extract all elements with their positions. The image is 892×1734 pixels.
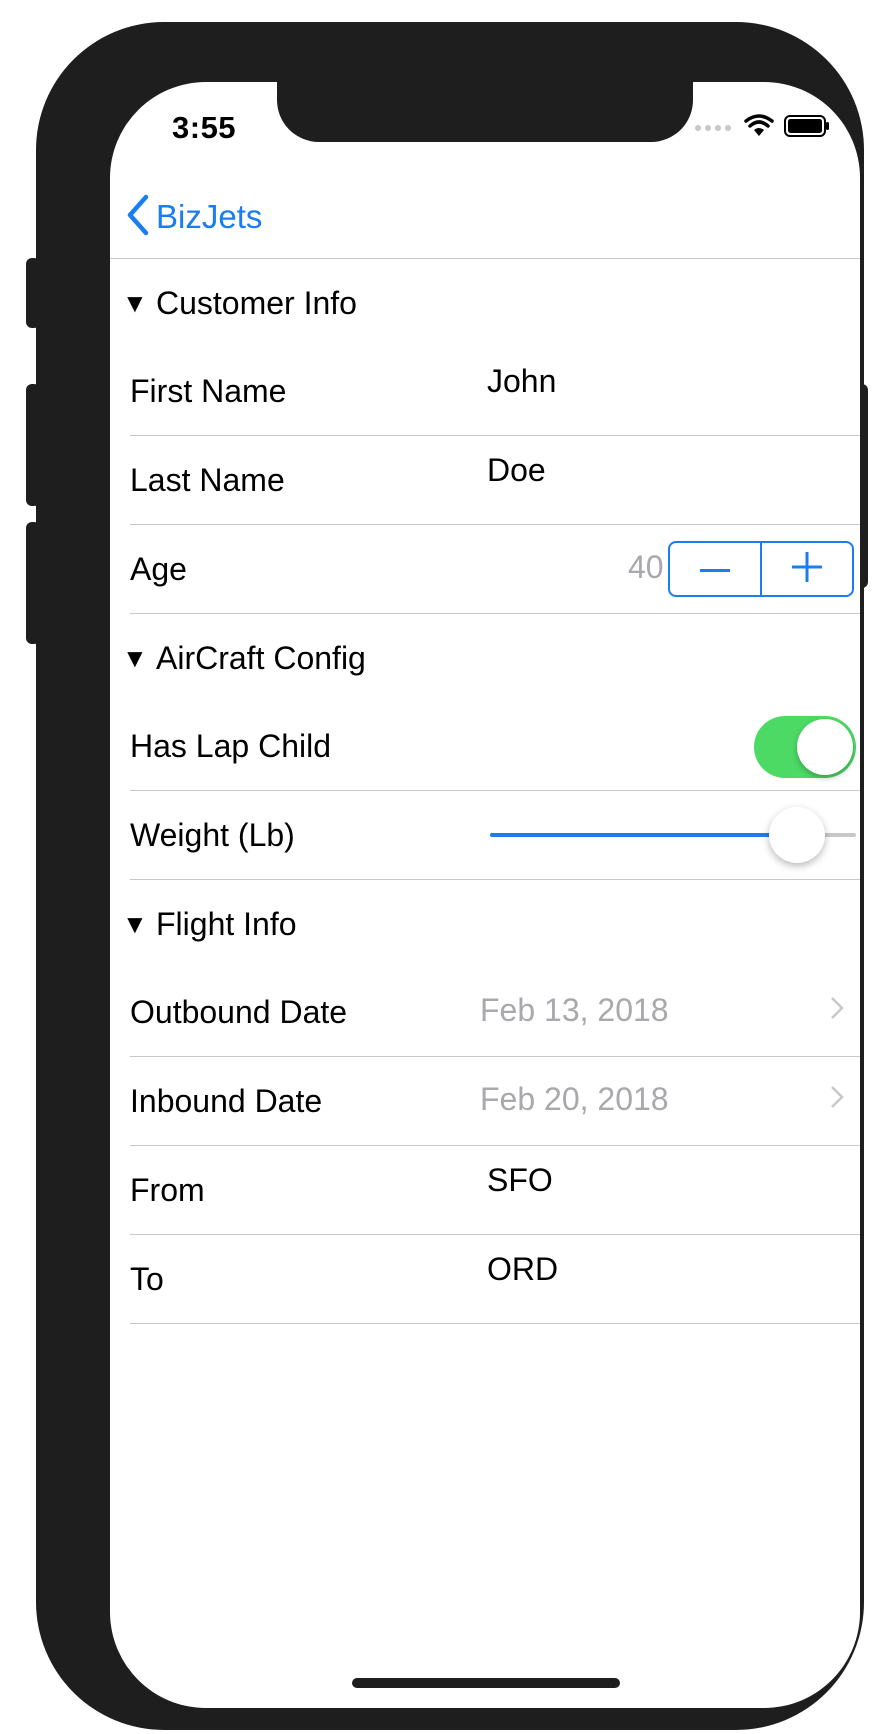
disclosure-triangle-icon: ▼: [122, 908, 148, 939]
section-header-flight[interactable]: ▼ Flight Info: [110, 880, 860, 968]
outbound-date-value: Feb 13, 2018: [480, 992, 669, 1028]
last-name-field[interactable]: Doe: [487, 452, 546, 489]
slider-fill: [490, 833, 797, 837]
screen: 3:55 BizJets ▼ Customer Info First Name …: [110, 82, 860, 1708]
section-header-aircraft[interactable]: ▼ AirCraft Config: [110, 614, 860, 702]
first-name-field[interactable]: John: [487, 363, 556, 400]
increment-button[interactable]: [762, 543, 852, 595]
device-frame: 3:55 BizJets ▼ Customer Info First Name …: [36, 22, 864, 1730]
section-title: Flight Info: [156, 905, 297, 942]
weight-label: Weight (Lb): [130, 816, 295, 853]
lap-child-row: Has Lap Child: [130, 702, 860, 791]
section-header-customer[interactable]: ▼ Customer Info: [110, 259, 860, 347]
section-title: AirCraft Config: [156, 639, 366, 676]
from-field[interactable]: SFO: [487, 1162, 553, 1199]
back-button-label: BizJets: [156, 198, 263, 235]
status-icons: [694, 114, 830, 143]
back-button[interactable]: BizJets: [126, 190, 262, 244]
plus-icon: [792, 551, 822, 587]
weight-row: Weight (Lb): [130, 791, 860, 880]
outbound-date-row[interactable]: Outbound Date Feb 13, 2018: [130, 968, 860, 1057]
decrement-button[interactable]: [670, 543, 760, 595]
last-name-row: Last Name Doe: [130, 436, 860, 525]
age-stepper[interactable]: [668, 541, 854, 597]
disclosure-triangle-icon: ▼: [122, 642, 148, 673]
weight-slider[interactable]: [490, 791, 856, 879]
toggle-knob: [797, 719, 853, 775]
inbound-date-label: Inbound Date: [130, 1082, 323, 1119]
notch: [277, 82, 693, 142]
outbound-date-label: Outbound Date: [130, 993, 348, 1030]
from-row: From SFO: [130, 1146, 860, 1235]
to-label: To: [130, 1260, 164, 1297]
wifi-icon: [744, 114, 774, 143]
inbound-date-row[interactable]: Inbound Date Feb 20, 2018: [130, 1057, 860, 1146]
to-row: To ORD: [130, 1235, 860, 1324]
first-name-label: First Name: [130, 372, 287, 409]
lap-child-label: Has Lap Child: [130, 727, 331, 764]
last-name-label: Last Name: [130, 461, 285, 498]
age-row: Age 40: [130, 525, 860, 614]
battery-icon: [784, 115, 830, 142]
form: ▼ Customer Info First Name John Last Nam…: [110, 259, 860, 1324]
age-label: Age: [130, 550, 187, 587]
to-field[interactable]: ORD: [487, 1251, 558, 1288]
slider-thumb[interactable]: [769, 807, 825, 863]
disclosure-triangle-icon: ▼: [122, 287, 148, 318]
status-time: 3:55: [172, 110, 237, 145]
section-title: Customer Info: [156, 284, 357, 321]
minus-icon: [700, 560, 730, 578]
lap-child-toggle[interactable]: [754, 716, 856, 778]
inbound-date-value: Feb 20, 2018: [480, 1081, 669, 1117]
home-indicator[interactable]: [352, 1678, 620, 1688]
from-label: From: [130, 1171, 205, 1208]
back-chevron-icon: [126, 194, 150, 241]
age-value: 40: [628, 549, 664, 585]
first-name-row: First Name John: [130, 347, 860, 436]
chevron-right-icon: [830, 996, 844, 1025]
chevron-right-icon: [830, 1085, 844, 1114]
signal-icon: [694, 120, 734, 138]
